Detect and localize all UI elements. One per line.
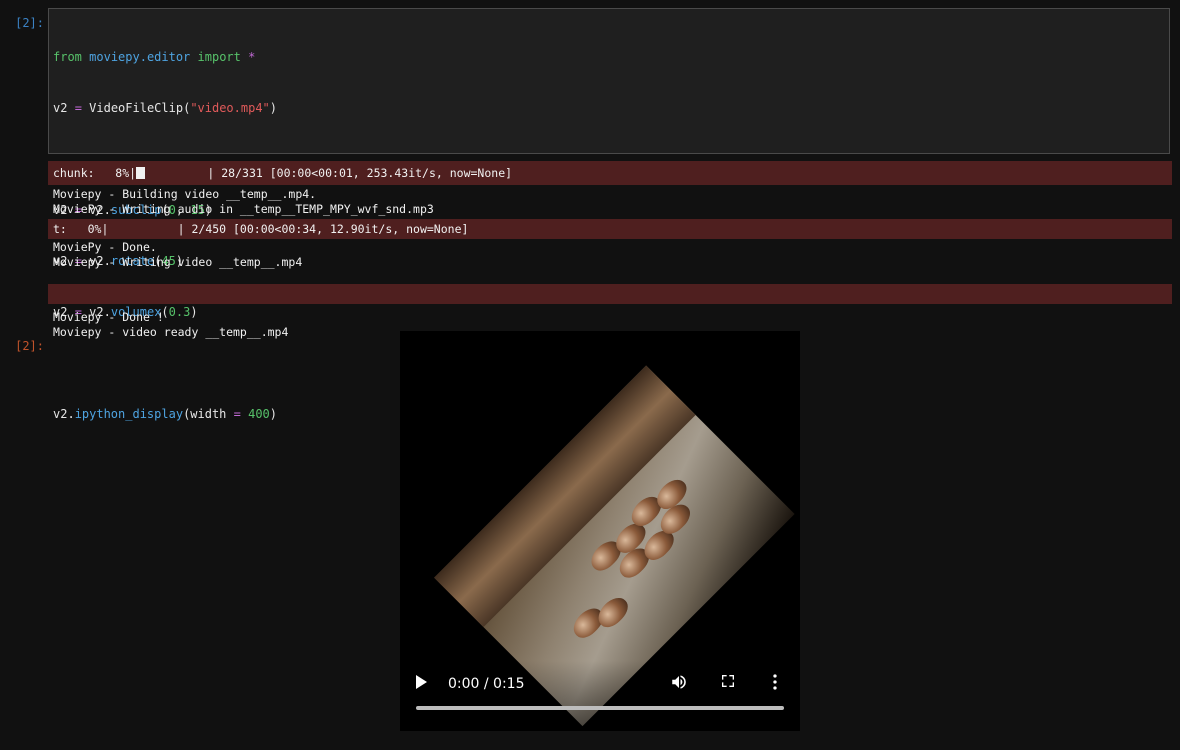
code-token: v2 xyxy=(53,101,68,115)
code-token: VideoFileClip( xyxy=(89,101,191,115)
output-prompt: [2]: xyxy=(15,339,44,353)
volume-icon[interactable] xyxy=(670,673,688,691)
progress-text: t: 0%| | 2/450 [00:00<00:34, 12.90it/s, … xyxy=(53,222,469,236)
more-options-icon[interactable] xyxy=(769,673,781,691)
code-token: import xyxy=(197,50,241,64)
code-token: (width xyxy=(183,407,234,421)
code-token: v2. xyxy=(53,407,75,421)
output-line: Moviepy - Writing video __temp__.mp4 xyxy=(53,255,303,269)
progress-text: | 28/331 [00:00<00:01, 253.43it/s, now=N… xyxy=(145,166,513,180)
input-prompt: [2]: xyxy=(15,16,44,30)
cell-output-area: chunk: 8%| | 28/331 [00:00<00:01, 253.43… xyxy=(48,161,1172,340)
code-token: 400 xyxy=(248,407,270,421)
output-line: Moviepy - Building video __temp__.mp4. xyxy=(53,187,317,201)
output-line: MoviePy - Done. xyxy=(53,240,157,254)
empty-progress-bar xyxy=(48,284,1172,304)
chunk-progress-bar: chunk: 8%| | 28/331 [00:00<00:01, 253.43… xyxy=(48,161,1172,185)
progress-fill xyxy=(136,167,146,179)
output-line: MoviePy - Writing audio in __temp__TEMP_… xyxy=(53,202,434,216)
output-line: Moviepy - Done ! xyxy=(53,310,164,324)
video-time: 0:00 / 0:15 xyxy=(448,676,525,692)
progress-text: chunk: 8%| xyxy=(53,166,137,180)
code-token: "video.mp4" xyxy=(190,101,270,115)
code-line-1: from moviepy.editor import * xyxy=(53,49,1165,66)
video-seek-bar[interactable] xyxy=(416,706,784,710)
code-cell-editor[interactable]: from moviepy.editor import * v2 = VideoF… xyxy=(48,8,1170,421)
code-token: moviepy.editor xyxy=(89,50,191,64)
code-token: = xyxy=(74,101,82,115)
code-token: ) xyxy=(269,101,278,115)
code-token: ) xyxy=(269,407,278,421)
code-token: from xyxy=(53,50,82,64)
fullscreen-icon[interactable] xyxy=(720,673,736,689)
code-token: * xyxy=(248,50,256,64)
video-controls: 0:00 / 0:15 xyxy=(400,661,800,731)
play-icon[interactable] xyxy=(416,675,427,689)
t-progress-bar: t: 0%| | 2/450 [00:00<00:34, 12.90it/s, … xyxy=(48,219,1172,239)
video-player[interactable]: 0:00 / 0:15 xyxy=(400,331,800,731)
code-token: ipython_display xyxy=(74,407,184,421)
code-token: = xyxy=(233,407,241,421)
code-line-2: v2 = VideoFileClip("video.mp4") xyxy=(53,100,1165,117)
